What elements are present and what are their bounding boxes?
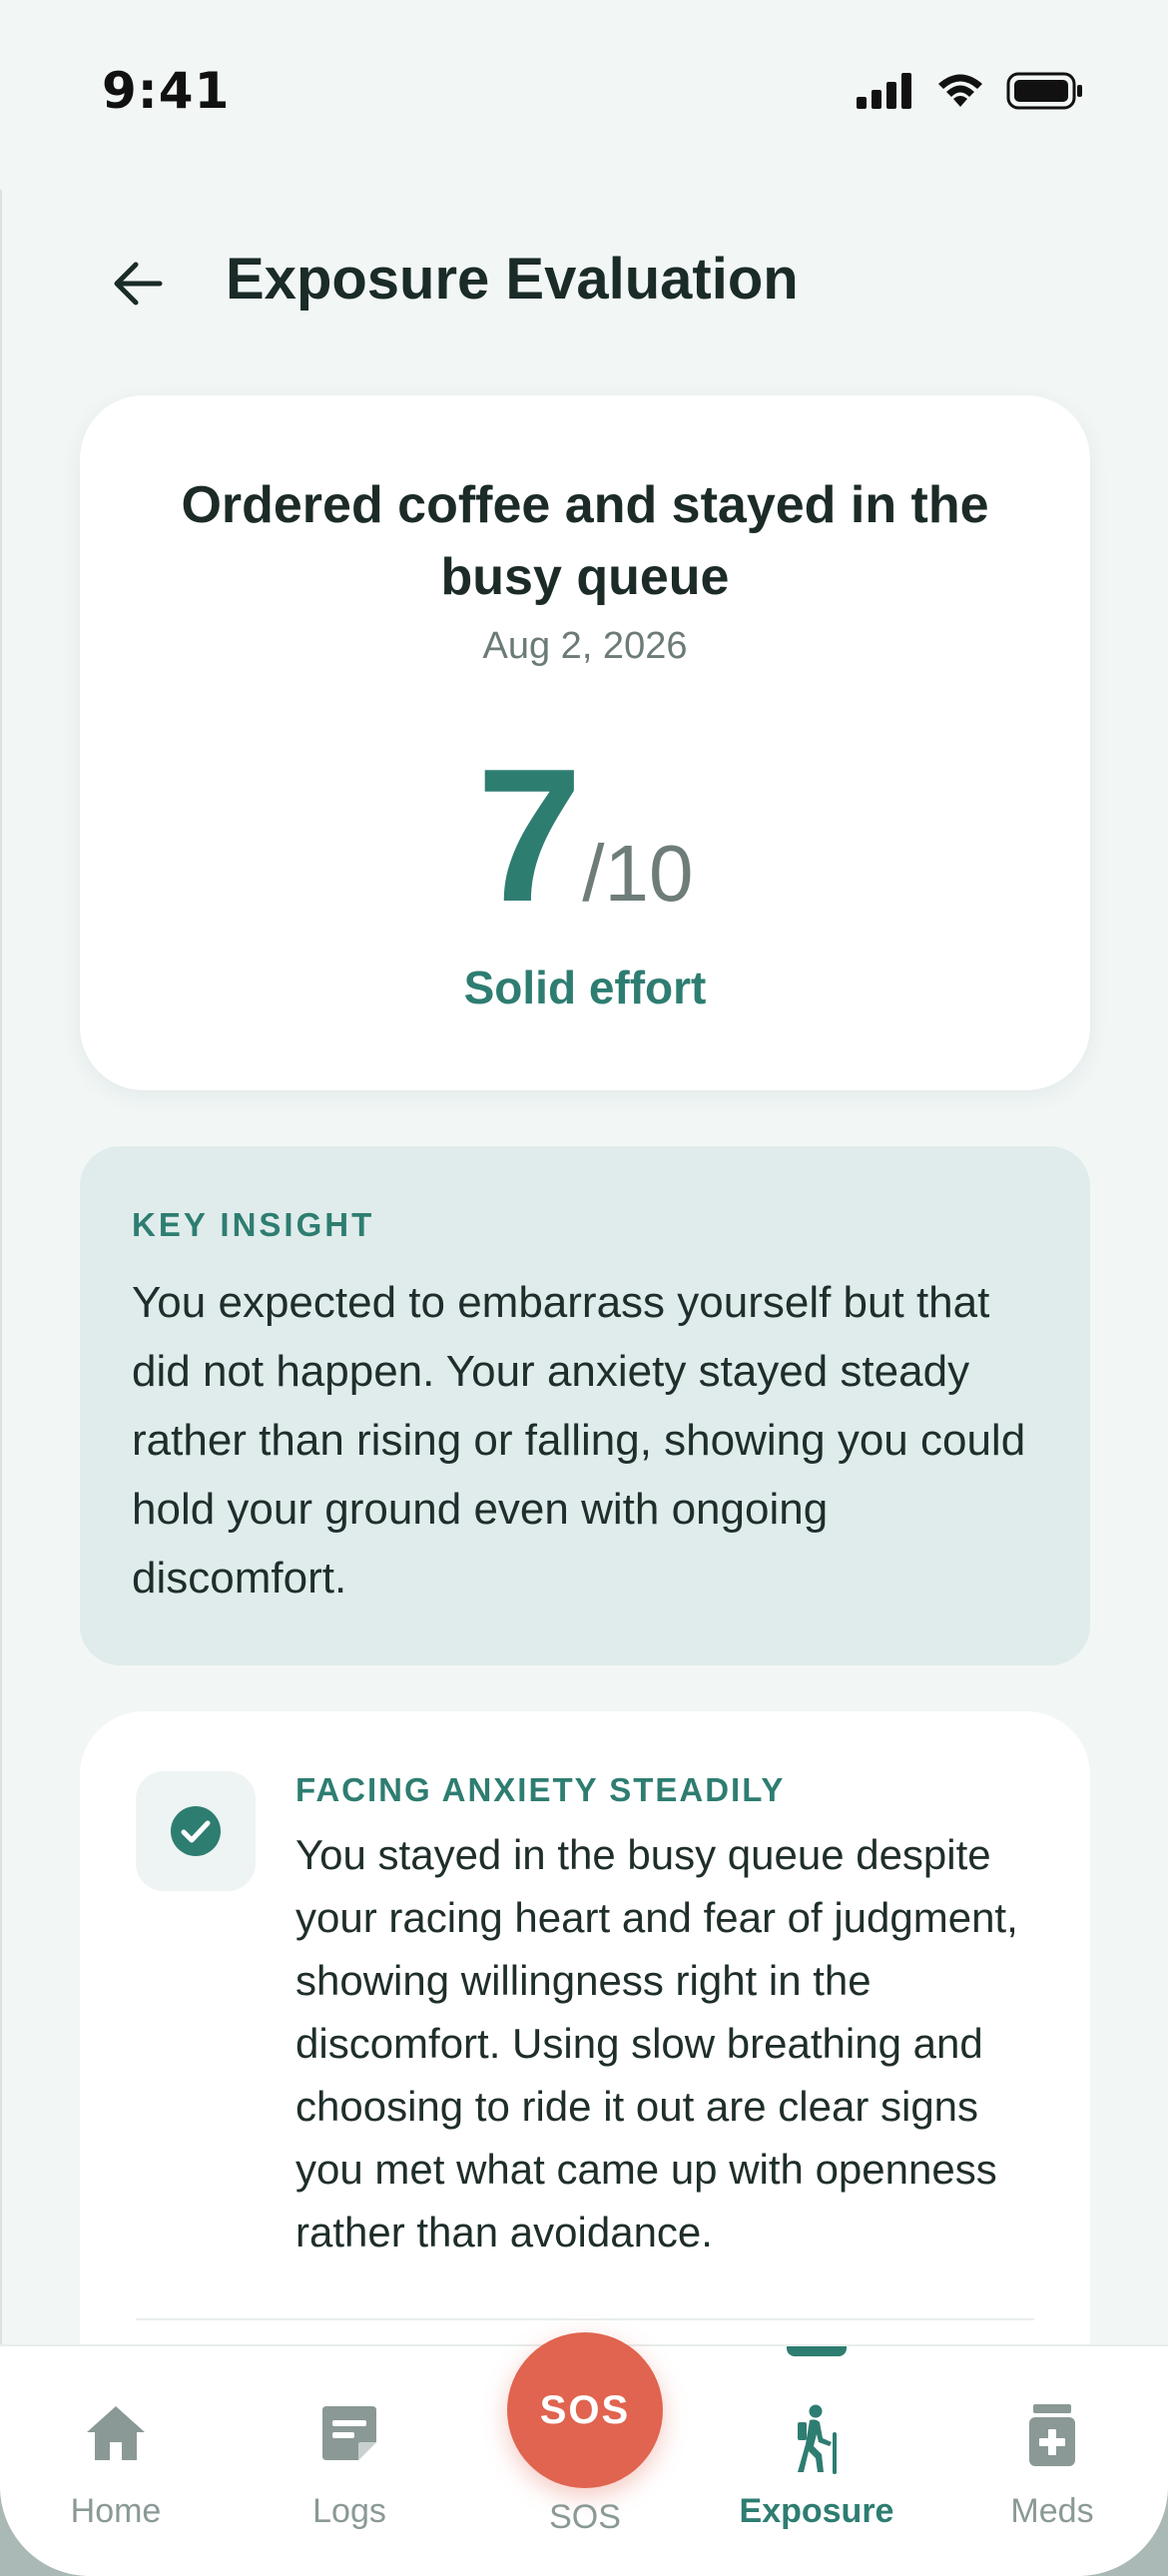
wifi-icon [938, 74, 982, 107]
screen-edge [0, 190, 2, 2576]
status-bar: 9:41 [0, 0, 1168, 190]
nav-item-meds[interactable]: Meds [952, 2346, 1152, 2576]
nav-label-home: Home [70, 2492, 162, 2530]
theme-icon-box [136, 1771, 256, 1891]
theme-label: FACING ANXIETY STEADILY [295, 1771, 786, 1808]
check-circle-icon [171, 1806, 221, 1856]
nav-label-logs: Logs [312, 2492, 386, 2530]
signal-icon [857, 73, 911, 109]
header: Exposure Evaluation [0, 220, 1168, 339]
arrow-left-icon [114, 262, 163, 306]
hiker-icon [798, 2404, 837, 2474]
home-icon [87, 2406, 145, 2460]
battery-icon [1006, 72, 1082, 110]
nav-label-meds: Meds [1010, 2492, 1094, 2530]
back-button[interactable] [96, 242, 180, 325]
score-value: 7 [476, 730, 583, 942]
app-screen: 9:41 Exposure Evaluation Ordered coffee … [0, 0, 1168, 2576]
sos-button-label: SOS [539, 2387, 631, 2432]
nav-label-exposure: Exposure [739, 2492, 894, 2530]
nav-item-home[interactable]: Home [16, 2346, 216, 2576]
sos-caption: SOS [549, 2498, 621, 2536]
logs-icon [322, 2406, 376, 2460]
insight-text: You expected to embarrass yourself but t… [132, 1278, 1026, 1603]
score-verdict: Solid effort [463, 962, 707, 1013]
exposure-title: Ordered coffee and stayed in the busy qu… [181, 476, 989, 606]
medication-icon [1029, 2404, 1075, 2466]
active-tab-indicator [787, 2346, 847, 2356]
theme-card: FACING ANXIETY STEADILY You stayed in th… [80, 1711, 1090, 2410]
page-title: Exposure Evaluation [226, 247, 799, 312]
nav-item-logs[interactable]: Logs [250, 2346, 449, 2576]
theme-text: You stayed in the busy queue despite you… [295, 1831, 1018, 2255]
status-icons [857, 72, 1084, 110]
exposure-date: Aug 2, 2026 [482, 625, 688, 667]
status-time: 9:41 [102, 62, 231, 120]
score-card: Ordered coffee and stayed in the busy qu… [80, 395, 1090, 1090]
sos-button[interactable]: SOS [507, 2332, 663, 2488]
score-display: 7 /10 [80, 741, 1090, 931]
theme-divider [136, 2318, 1034, 2320]
score-max: /10 [582, 829, 694, 918]
nav-item-exposure[interactable]: Exposure [717, 2346, 916, 2576]
key-insight-card: KEY INSIGHT You expected to embarrass yo… [80, 1146, 1090, 1665]
insight-label: KEY INSIGHT [132, 1206, 375, 1243]
